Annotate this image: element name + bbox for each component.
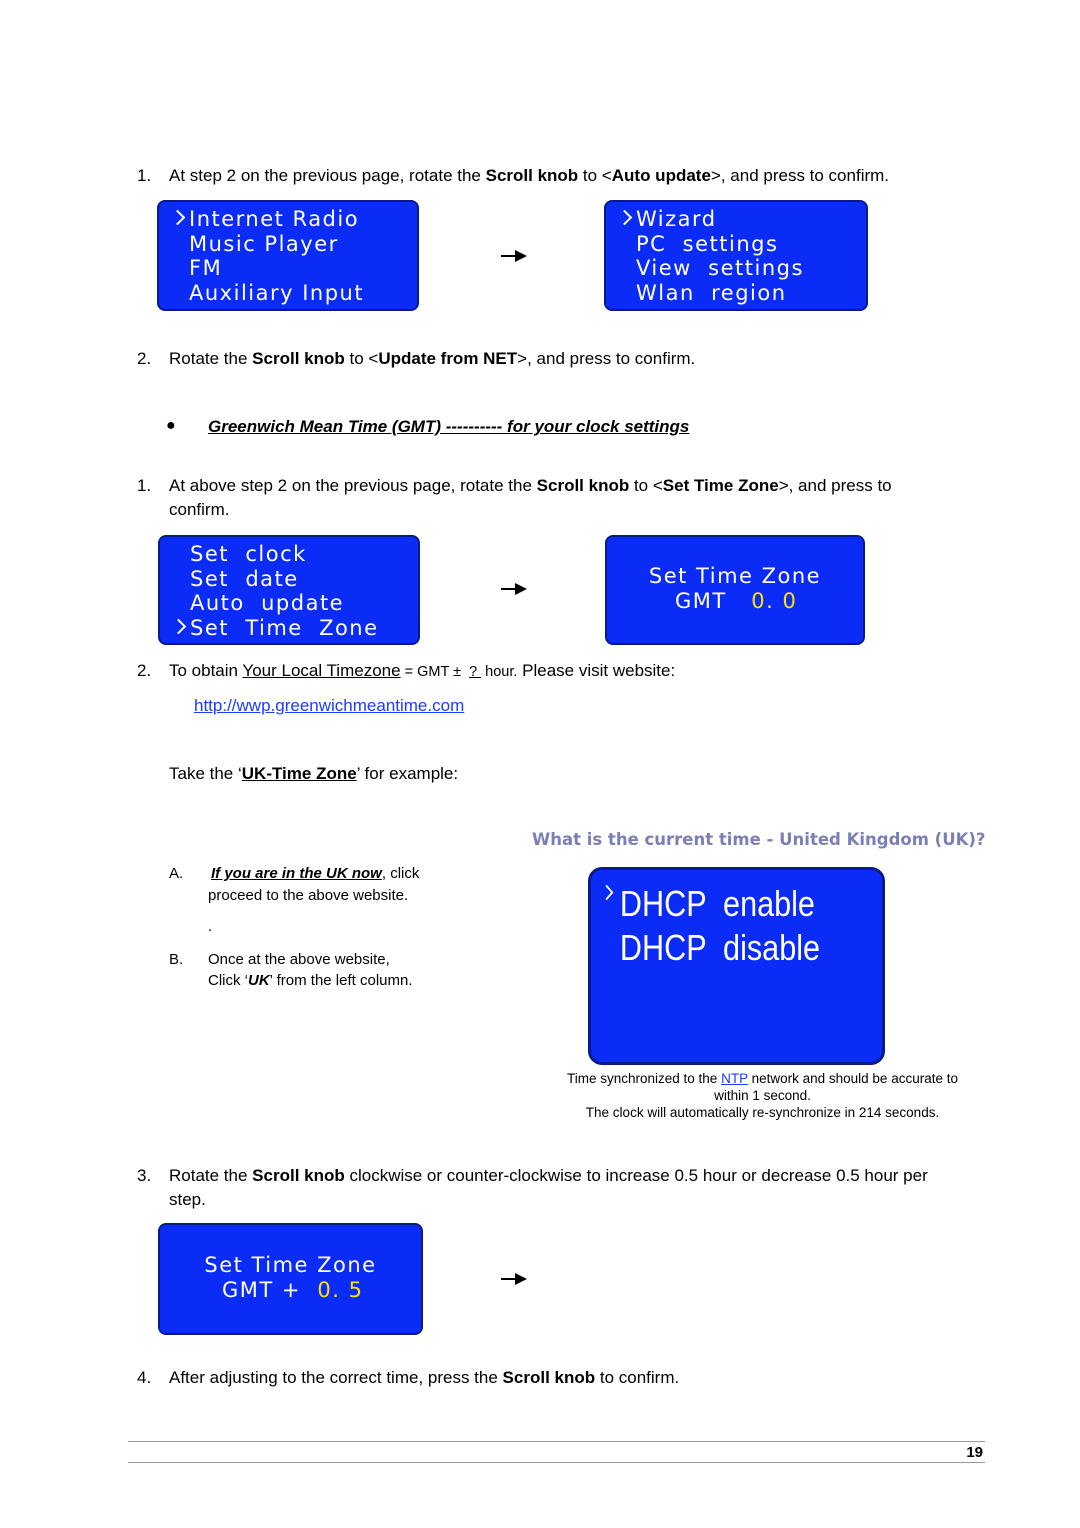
website-title: What is the current time - United Kingdo… [532,830,986,849]
lcd-main-menu: Internet Radio Music Player FM Auxiliary… [157,200,419,311]
step-b: B. Once at the above website, [169,951,390,968]
footer-rule-bottom [128,1462,985,1463]
lcd-item: Internet Radio [159,207,417,232]
arrow-right-icon [501,249,527,263]
lcd-item: Wlan region [636,280,787,305]
step-a-dot: . [208,918,213,935]
lcd-item: DHCP enable [591,882,838,926]
arrow-right-icon [501,1272,527,1286]
uk-example-text: Take the ‘UK-Time Zone’ for example: [169,764,459,783]
lcd-set-time-zone: Set Time Zone GMT 0. 0 [605,535,865,645]
ntp-link[interactable]: NTP [721,1071,748,1086]
sync-caption: Time synchronized to the NTP network and… [567,1071,958,1120]
lcd-item: PC settings [636,231,779,256]
lcd-item: Wizard [606,207,866,232]
lcd-item: FM [189,256,223,280]
step-a: A. If you are in the UK now, click [169,865,420,882]
step-1-continued: confirm. [169,500,230,519]
lcd-time-menu: Set clock Set date Auto update Set Time … [158,535,420,645]
lcd-item: Music Player [189,231,339,256]
lcd-settings-menu: Wizard PC settings View settings Wlan re… [604,200,868,311]
gmt-heading: Greenwich Mean Time (GMT) ---------- for… [208,417,690,436]
step-2-local-timezone: 2. To obtain Your Local Timezone = GMT ± … [137,661,676,680]
page-number: 19 [966,1444,983,1461]
step-1-auto-update: 1. At step 2 on the previous page, rotate… [137,166,890,185]
bullet-icon: ● [166,417,176,434]
step-4-confirm: 4. After adjusting to the correct time, p… [137,1368,680,1387]
step-b-continued: Click ‘UK’ from the left column. [208,972,413,989]
step-1-set-time-zone: 1. At above step 2 on the previous page, … [137,476,892,495]
step-a-continued: proceed to the above website. [208,887,409,904]
manual-page: 1. At step 2 on the previous page, rotate… [0,0,1080,1528]
gmt-website-link[interactable]: http://wwp.greenwichmeantime.com [194,696,464,716]
lcd-item: Set date [190,566,299,591]
arrow-right-icon [501,582,527,596]
footer-rule-top [128,1441,985,1442]
lcd-item: DHCP disable [619,927,821,968]
lcd-title: Set Time Zone [204,1253,377,1277]
lcd-item: View settings [636,256,804,280]
lcd-set-time-zone-plus: Set Time Zone GMT + 0. 5 [158,1223,423,1335]
lcd-title: Set Time Zone [648,564,822,588]
step-3-continued: step. [169,1190,206,1209]
step-2-update-from-net: 2. Rotate the Scroll knob to <Update from… [137,349,696,368]
lcd-item: Set clock [190,542,307,566]
lcd-item: Auxiliary Input [189,280,365,305]
uk-now-link[interactable]: If you are in the UK now [211,865,382,882]
lcd-item: Set Time Zone [160,616,418,641]
lcd-item: Auto update [190,591,345,615]
step-3-rotate: 3. Rotate the Scroll knob clockwise or co… [137,1166,928,1185]
lcd-gmt-value: GMT + 0. 5 [222,1277,364,1302]
lcd-gmt-value: GMT 0. 0 [675,588,798,613]
lcd-dhcp-menu: DHCP enable DHCP disable [588,867,885,1065]
